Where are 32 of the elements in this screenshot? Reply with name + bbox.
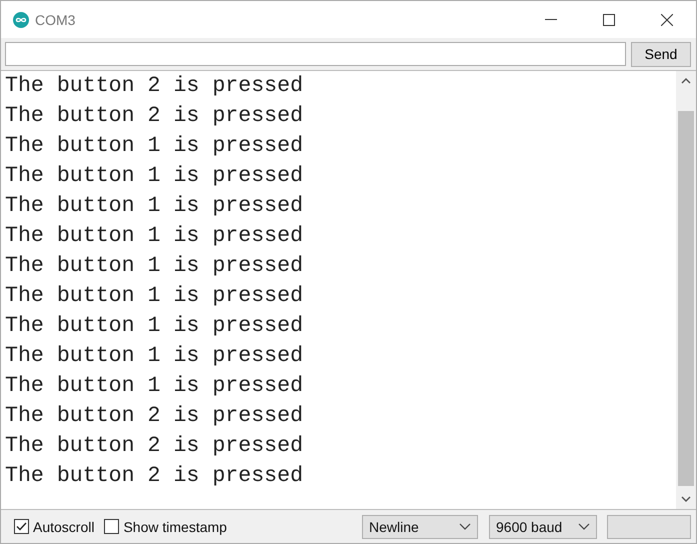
checkbox[interactable] [104, 519, 120, 534]
output-line: The button 2 is pressed [5, 103, 304, 130]
output-line: The button 1 is pressed [5, 313, 304, 340]
scroll-up-icon[interactable] [681, 78, 691, 84]
minimize-icon[interactable] [545, 18, 557, 20]
output-line: The button 1 is pressed [5, 373, 304, 400]
app-logo-icon [13, 12, 29, 28]
checkbox[interactable] [14, 519, 29, 534]
output-line: The button 1 is pressed [5, 343, 304, 370]
send-button[interactable]: Send [631, 42, 691, 66]
output-line: The button 1 is pressed [5, 163, 304, 190]
scrollbar-thumb[interactable] [678, 111, 694, 486]
caret-icon [459, 523, 471, 530]
output-line: The button 2 is pressed [5, 433, 304, 460]
output-line: The button 1 is pressed [5, 133, 304, 160]
checkbox-label: Autoscroll [33, 518, 94, 534]
scroll-down-icon[interactable] [681, 496, 691, 502]
window-title: COM3 [35, 12, 76, 28]
message-field[interactable] [5, 42, 626, 66]
output-line: The button 1 is pressed [5, 223, 304, 250]
output-line: The button 1 is pressed [5, 253, 304, 280]
baud-rate-dropdown[interactable]: 9600 baud [489, 514, 597, 538]
close-icon[interactable] [661, 14, 673, 26]
checkbox-label: Show timestamp [123, 518, 227, 534]
output-line: The button 2 is pressed [5, 73, 304, 100]
output-line: The button 2 is pressed [5, 463, 304, 490]
output-line: The button 1 is pressed [5, 283, 304, 310]
maximize-icon[interactable] [603, 14, 615, 26]
line-ending-dropdown[interactable]: Newline [362, 514, 478, 538]
output-line: The button 2 is pressed [5, 403, 304, 430]
caret-icon [578, 523, 590, 530]
output-line: The button 1 is pressed [5, 193, 304, 220]
